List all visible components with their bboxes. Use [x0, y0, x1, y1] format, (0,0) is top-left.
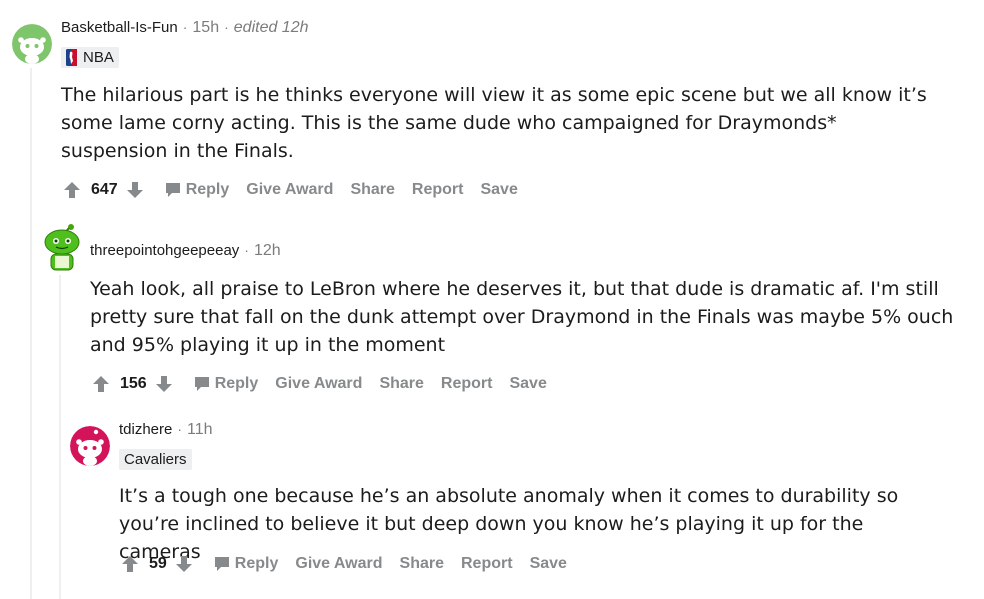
upvote-icon[interactable] — [61, 179, 83, 201]
timestamp[interactable]: 15h — [192, 19, 219, 37]
vote-score: 156 — [120, 375, 147, 392]
report-button[interactable]: Report — [412, 181, 464, 199]
comment-actions: 156 Reply Give Award Share Report Save — [90, 372, 547, 396]
reply-label: Reply — [214, 375, 259, 392]
avatar-snoo-white-icon[interactable] — [12, 24, 52, 64]
edited-label: edited 12h — [233, 19, 309, 36]
separator-dot: · — [244, 242, 249, 258]
downvote-icon[interactable] — [124, 179, 146, 201]
separator-dot: · — [182, 19, 188, 35]
reply-label: Reply — [185, 181, 230, 198]
username[interactable]: threepointohgeepeeay — [90, 242, 239, 259]
vote-score: 647 — [91, 181, 118, 198]
comment-bubble-icon — [165, 183, 180, 197]
downvote-icon[interactable] — [153, 373, 175, 395]
comment-actions: 647 Reply Give Award Share Report Save — [61, 178, 518, 202]
thread-line-reply[interactable] — [59, 275, 61, 599]
reply-label: Reply — [234, 555, 279, 572]
comment-bubble-icon — [194, 377, 209, 391]
downvote-icon[interactable] — [173, 553, 195, 575]
give-award-button[interactable]: Give Award — [295, 555, 382, 573]
avatar-snoo-red-icon[interactable] — [70, 426, 110, 466]
username[interactable]: tdizhere — [119, 421, 172, 438]
nba-logo-icon — [66, 49, 77, 66]
reply-button[interactable]: Reply — [213, 555, 279, 573]
reply-button[interactable]: Reply — [193, 375, 259, 393]
report-button[interactable]: Report — [461, 555, 513, 573]
vote-score: 59 — [149, 555, 167, 572]
flair-text: Cavaliers — [124, 451, 187, 468]
upvote-icon[interactable] — [90, 373, 112, 395]
upvote-icon[interactable] — [119, 553, 141, 575]
comment-body: Yeah look, all praise to LeBron where he… — [90, 278, 954, 356]
user-flair: NBA — [61, 47, 119, 68]
give-award-button[interactable]: Give Award — [246, 181, 333, 199]
flair-text: NBA — [83, 49, 114, 66]
comment-body: The hilarious part is he thinks everyone… — [61, 84, 927, 162]
timestamp[interactable]: 11h — [187, 421, 213, 439]
separator-dot: · — [177, 421, 183, 437]
report-button[interactable]: Report — [441, 375, 493, 393]
reply-button[interactable]: Reply — [164, 181, 230, 199]
save-button[interactable]: Save — [480, 181, 517, 199]
separator-dot: · — [224, 19, 229, 35]
timestamp[interactable]: 12h — [254, 242, 281, 260]
share-button[interactable]: Share — [379, 375, 423, 393]
username[interactable]: Basketball-Is-Fun — [61, 19, 178, 36]
comment-bubble-icon — [214, 557, 229, 571]
user-flair: Cavaliers — [119, 449, 192, 470]
share-button[interactable]: Share — [350, 181, 394, 199]
comment-actions: 59 Reply Give Award Share Report Save — [119, 552, 567, 576]
thread-line-root[interactable] — [30, 68, 32, 599]
share-button[interactable]: Share — [400, 555, 444, 573]
avatar-snoo-green-icon[interactable] — [41, 222, 83, 272]
save-button[interactable]: Save — [530, 555, 567, 573]
save-button[interactable]: Save — [509, 375, 546, 393]
give-award-button[interactable]: Give Award — [275, 375, 362, 393]
